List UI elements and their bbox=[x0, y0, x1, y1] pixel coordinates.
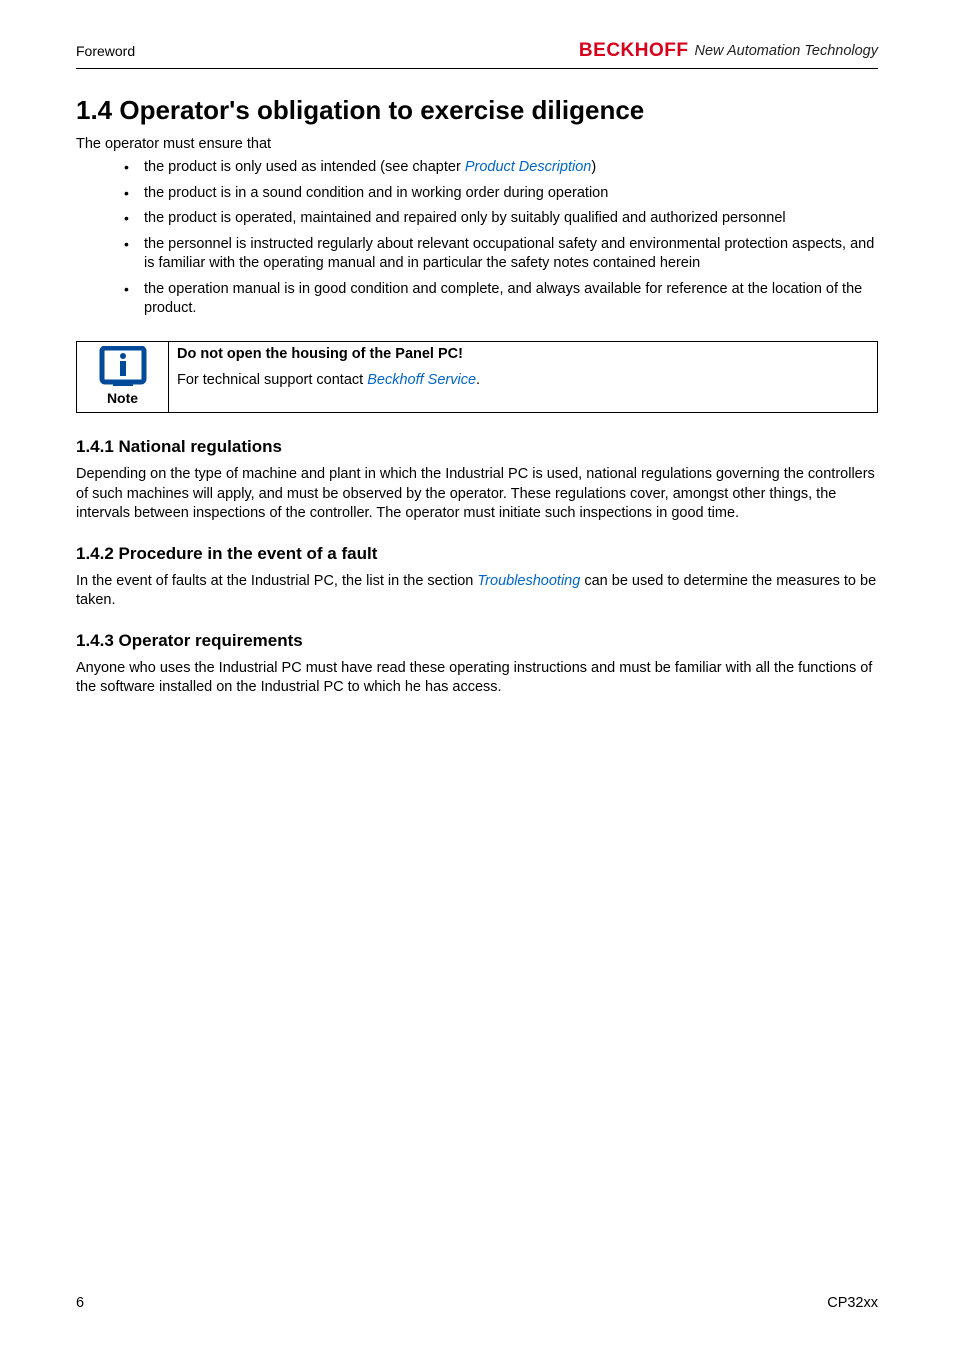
para-prefix: In the event of faults at the Industrial… bbox=[76, 573, 477, 589]
footer-doc-id: CP32xx bbox=[827, 1295, 878, 1311]
list-item: the product is only used as intended (se… bbox=[124, 158, 878, 178]
bullet-text: the operation manual is in good conditio… bbox=[144, 281, 862, 317]
bullet-list: the product is only used as intended (se… bbox=[76, 158, 878, 319]
link-troubleshooting[interactable]: Troubleshooting bbox=[477, 573, 580, 589]
note-title: Do not open the housing of the Panel PC! bbox=[177, 346, 869, 362]
subsection-heading: 1.4.1 National regulations bbox=[76, 437, 878, 457]
subsection-heading: 1.4.2 Procedure in the event of a fault bbox=[76, 544, 878, 564]
info-icon bbox=[98, 346, 148, 388]
brand-logo-text: BECKHOFF bbox=[579, 40, 689, 62]
paragraph: In the event of faults at the Industrial… bbox=[76, 572, 878, 611]
paragraph: Depending on the type of machine and pla… bbox=[76, 465, 878, 524]
section-heading: 1.4 Operator's obligation to exercise di… bbox=[76, 95, 878, 126]
brand-tagline: New Automation Technology bbox=[694, 43, 878, 59]
bullet-text: the product is operated, maintained and … bbox=[144, 210, 786, 226]
note-body: For technical support contact Beckhoff S… bbox=[177, 372, 869, 388]
page-header: Foreword BECKHOFF New Automation Technol… bbox=[76, 40, 878, 62]
list-item: the operation manual is in good conditio… bbox=[124, 280, 878, 319]
subsection-heading: 1.4.3 Operator requirements bbox=[76, 631, 878, 651]
section-intro: The operator must ensure that bbox=[76, 136, 878, 152]
note-body-suffix: . bbox=[476, 372, 480, 388]
note-body-prefix: For technical support contact bbox=[177, 372, 367, 388]
paragraph: Anyone who uses the Industrial PC must h… bbox=[76, 659, 878, 698]
header-left-text: Foreword bbox=[76, 43, 135, 59]
link-beckhoff-service[interactable]: Beckhoff Service bbox=[367, 372, 476, 388]
bullet-text: the product is only used as intended (se… bbox=[144, 159, 465, 175]
footer-page-number: 6 bbox=[76, 1295, 84, 1311]
header-divider bbox=[76, 68, 878, 69]
list-item: the product is in a sound condition and … bbox=[124, 184, 878, 204]
bullet-text-suffix: ) bbox=[591, 159, 596, 175]
bullet-text: the product is in a sound condition and … bbox=[144, 185, 608, 201]
bullet-text: the personnel is instructed regularly ab… bbox=[144, 236, 874, 272]
page-footer: 6 CP32xx bbox=[76, 1295, 878, 1311]
note-icon-cell: Note bbox=[77, 341, 169, 412]
note-box: Note Do not open the housing of the Pane… bbox=[76, 341, 878, 413]
list-item: the product is operated, maintained and … bbox=[124, 209, 878, 229]
header-right: BECKHOFF New Automation Technology bbox=[579, 40, 878, 62]
note-label: Note bbox=[85, 390, 160, 406]
link-product-description[interactable]: Product Description bbox=[465, 159, 592, 175]
note-content-cell: Do not open the housing of the Panel PC!… bbox=[169, 341, 878, 412]
list-item: the personnel is instructed regularly ab… bbox=[124, 235, 878, 274]
